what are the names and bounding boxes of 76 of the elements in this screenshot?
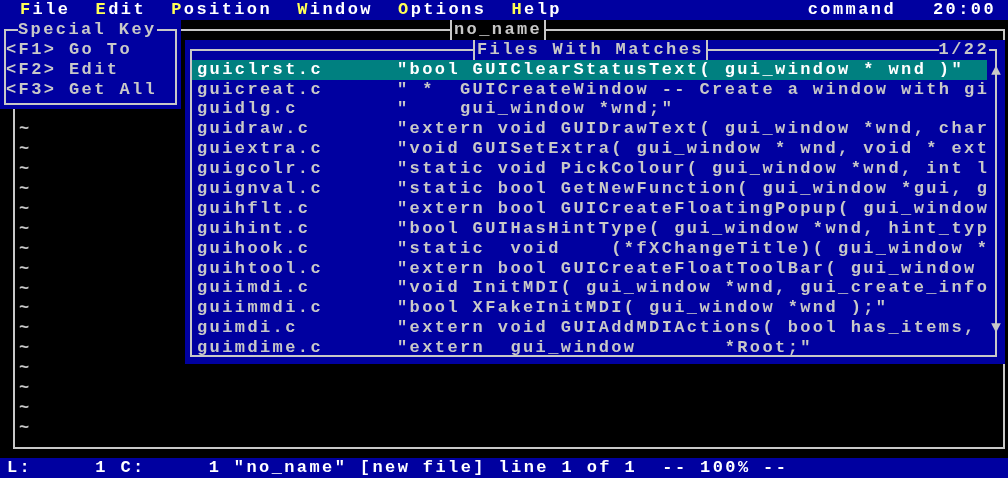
match-row[interactable]: guimdi.c "extern void GUIAddMDIActions( bool has_items, — [192, 318, 987, 339]
match-text: "bool XFakeInitMDI( gui_window *wnd );" — [397, 298, 889, 319]
match-text: " gui_window *wnd;" — [397, 99, 675, 120]
match-row[interactable]: guiimdi.c "void InitMDI( gui_window *wnd, gui_create_info — [192, 278, 987, 299]
status-text: L: 1 C: 1 "no_name" [new file] line 1 of 1 -- 100% -- — [7, 457, 789, 478]
file-name: guiimmdi.c — [197, 298, 325, 319]
match-row[interactable]: guimdime.c "extern gui_window *Root;" — [192, 338, 987, 359]
match-text: "static bool GetNewFunction( gui_window *gui, g — [397, 179, 990, 199]
match-text: " * GUICreateWindow -- Create a window with gi — [397, 79, 990, 100]
match-text: "void GUISetExtra( gui_window * wnd, void * ext — [397, 139, 990, 160]
match-text: "bool GUIClearStatusText( gui_window * wnd )" — [397, 59, 965, 80]
empty-line-marker: ~ — [19, 417, 32, 438]
empty-line-marker: ~ — [19, 397, 32, 418]
match-text: "void InitMDI( gui_window *wnd, gui_create_info — [397, 278, 990, 299]
match-text: "extern gui_window *Root;" — [397, 338, 813, 359]
empty-line-marker: ~ — [19, 119, 32, 140]
empty-line-marker: ~ — [19, 179, 32, 199]
match-row[interactable]: guihint.c "bool GUIHasHintType( gui_window *wnd, hint_typ — [192, 218, 987, 239]
file-name: guiextra.c — [197, 139, 325, 160]
match-row[interactable]: guicreat.c " * GUICreateWindow -- Create a window with gi — [192, 79, 987, 100]
file-name: guihook.c — [197, 238, 312, 259]
file-name: guignval.c — [197, 179, 325, 199]
match-row[interactable]: guigcolr.c "static void PickColour( gui_window *wnd, int l — [192, 159, 987, 179]
match-text: "extern bool GUICreateFloatingPopup( gui_window — [397, 198, 990, 219]
empty-line-marker: ~ — [19, 278, 32, 299]
menu-item[interactable]: Window — [297, 0, 373, 20]
file-name: guigcolr.c — [197, 159, 325, 179]
match-row[interactable]: guidlg.c " gui_window *wnd;" — [192, 99, 987, 120]
file-name: guihflt.c — [197, 198, 312, 219]
empty-line-marker: ~ — [19, 318, 32, 339]
file-name: guimdi.c — [197, 318, 299, 339]
key-hint[interactable]: <F3> Get All — [6, 79, 158, 100]
key-hint[interactable]: <F2> Edit — [6, 59, 158, 80]
menu-item[interactable]: O ptions — [398, 0, 487, 20]
match-row[interactable]: guignval.c "static bool GetNewFunction( gui_window *gui, g — [192, 179, 987, 199]
match-row[interactable]: guihtool.c "extern bool GUICreateFloatToolBar( gui_window — [192, 258, 987, 279]
match-row[interactable]: guiextra.c "void GUISetExtra( gui_window * wnd, void * ext — [192, 139, 987, 160]
key-hint[interactable]: <F1> Go To — [6, 39, 158, 60]
file-name: guidlg.c — [197, 99, 299, 120]
match-row[interactable]: guiclrst.c "bool GUIClearStatusText( gui_window * wnd )" — [192, 59, 987, 80]
empty-line-marker: ~ — [19, 338, 32, 359]
panel-title: Special Key — [18, 19, 157, 40]
menu-item[interactable]: Position — [171, 0, 273, 20]
empty-line-marker: ~ — [19, 298, 32, 319]
match-row[interactable]: guihook.c "static void (*fXChangeTitle)( gui_window * — [192, 238, 987, 259]
file-name: guiimdi.c — [197, 278, 312, 299]
menu-item[interactable]: File — [20, 0, 71, 20]
empty-line-marker: ~ — [19, 238, 32, 259]
file-name: guidraw.c — [197, 119, 312, 140]
match-text: "extern void GUIAddMDIActions( bool has_items, — [397, 318, 977, 339]
empty-line-marker: ~ — [19, 258, 32, 279]
mode-indicator: command — [807, 0, 896, 20]
menu-item[interactable]: E dit — [95, 0, 147, 20]
empty-line-marker: ~ — [19, 159, 32, 180]
empty-line-marker: ~ — [19, 218, 32, 239]
match-text: "static void (*fXChangeTitle)( gui_window * — [397, 238, 990, 259]
menu-item[interactable]: H elp — [511, 0, 562, 20]
match-row[interactable]: guihflt.c "extern bool GUICreateFloatingPopup( gui_window — [192, 198, 987, 219]
match-text: "static void PickColour( gui_window *wnd, int l — [397, 159, 990, 179]
empty-line-marker: ~ — [19, 377, 32, 398]
empty-line-marker: ~ — [19, 358, 32, 378]
clock: 20:00 — [933, 0, 996, 20]
match-text: "extern void GUIDrawText( gui_window *wnd, char — [397, 119, 990, 140]
file-name: guihint.c — [197, 218, 312, 239]
file-name: guimdime.c — [197, 338, 325, 359]
match-text: "extern bool GUICreateFloatToolBar( gui_window — [397, 258, 977, 279]
empty-line-marker: ~ — [19, 198, 32, 219]
empty-line-marker: ~ — [19, 139, 32, 160]
match-text: "bool GUIHasHintType( gui_window *wnd, hint_typ — [397, 218, 990, 239]
match-row[interactable]: guidraw.c "extern void GUIDrawText( gui_window *wnd, char — [192, 119, 987, 140]
file-name: guicreat.c — [197, 79, 325, 100]
match-row[interactable]: guiimmdi.c "bool XFakeInitMDI( gui_window *wnd );" — [192, 298, 987, 319]
popup-title: Files With Matches — [473, 39, 708, 60]
window-title: no_name — [450, 19, 547, 40]
file-name: guiclrst.c — [197, 59, 325, 80]
file-name: guihtool.c — [197, 258, 325, 279]
